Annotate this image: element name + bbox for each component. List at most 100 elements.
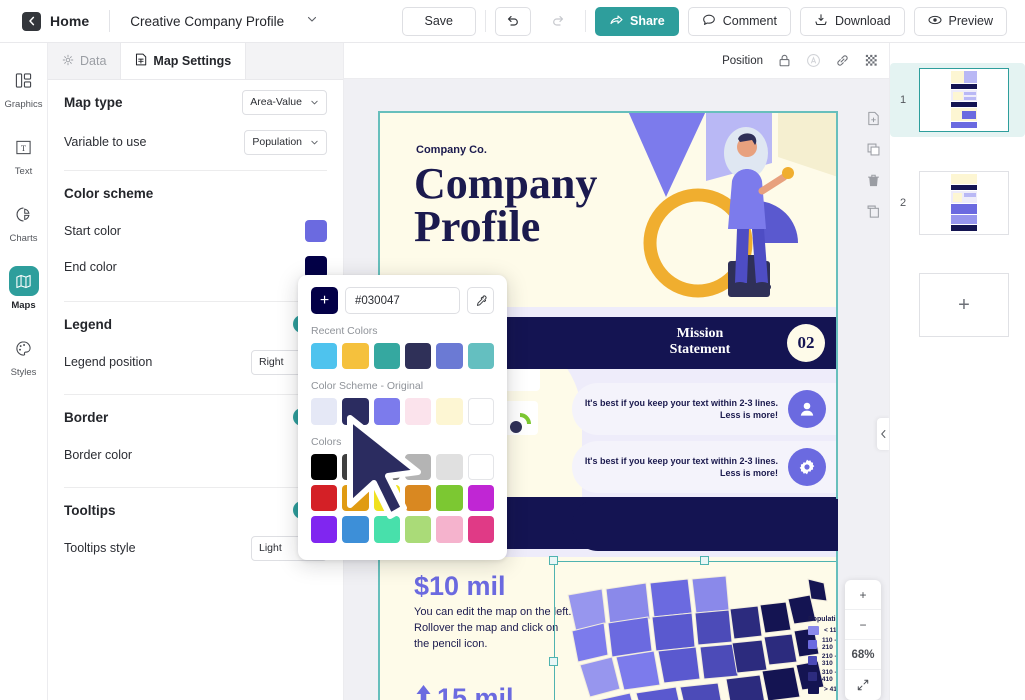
color-swatch-5[interactable] xyxy=(467,453,495,481)
color-swatch-7[interactable] xyxy=(342,485,369,512)
back-arrow-icon xyxy=(22,11,41,31)
variable-dropdown[interactable]: Population xyxy=(244,129,327,155)
stat-2-value: 15 mil xyxy=(437,683,514,700)
comment-button[interactable]: Comment xyxy=(687,6,791,36)
sidebar-item-text[interactable]: T Text xyxy=(0,132,47,177)
color-swatch-3[interactable] xyxy=(405,453,432,481)
text-icon: T xyxy=(9,132,39,162)
thumbnail-preview-2[interactable] xyxy=(919,171,1009,235)
color-swatch-9[interactable] xyxy=(405,485,432,512)
preview-button[interactable]: Preview xyxy=(913,6,1007,36)
tab-data[interactable]: Data xyxy=(48,43,122,79)
handle-top-left[interactable] xyxy=(549,556,558,565)
scheme-swatch-1[interactable] xyxy=(342,398,369,425)
page-thumbnail-1[interactable]: 1 xyxy=(890,63,1025,137)
alpha-icon xyxy=(806,53,821,68)
color-swatch-0[interactable] xyxy=(311,453,338,481)
start-color-swatch[interactable] xyxy=(305,220,327,242)
fit-screen-icon[interactable] xyxy=(845,670,881,700)
color-swatch-8[interactable] xyxy=(373,485,401,512)
sidebar-item-maps[interactable]: Maps xyxy=(0,266,47,311)
graphics-icon xyxy=(9,65,39,95)
sidebar-item-charts[interactable]: Charts xyxy=(0,199,47,244)
sidebar-label-graphics: Graphics xyxy=(4,99,43,110)
color-swatch-13[interactable] xyxy=(342,516,369,543)
color-swatch-4[interactable] xyxy=(436,453,463,481)
paste-page-icon[interactable] xyxy=(866,204,881,219)
add-page-button[interactable]: + xyxy=(919,273,1009,337)
handle-top-center[interactable] xyxy=(700,556,709,565)
link-icon[interactable] xyxy=(835,53,850,68)
color-swatch-16[interactable] xyxy=(436,516,463,543)
recent-swatch-0[interactable] xyxy=(311,343,338,370)
toolbar-divider-3 xyxy=(585,10,586,32)
handle-mid-left[interactable] xyxy=(549,657,558,666)
artboard-title: Company Profile xyxy=(414,159,598,248)
recent-swatch-3[interactable] xyxy=(405,343,432,370)
scheme-swatch-0[interactable] xyxy=(311,398,338,425)
color-swatch-12[interactable] xyxy=(311,516,338,543)
add-color-button[interactable]: + xyxy=(311,287,338,314)
color-swatch-1[interactable] xyxy=(342,453,369,481)
eye-icon xyxy=(928,13,942,30)
scheme-swatch-5[interactable] xyxy=(467,398,495,425)
sidebar-item-styles[interactable]: Styles xyxy=(0,333,47,378)
recent-swatch-2[interactable] xyxy=(373,343,401,370)
tab-map-settings[interactable]: Map Settings xyxy=(121,43,247,79)
add-page-icon[interactable] xyxy=(866,111,881,126)
page-thumbnail-2[interactable]: 2 xyxy=(890,171,1025,235)
color-scheme-title: Color scheme xyxy=(64,185,154,201)
home-button[interactable]: Home xyxy=(22,11,89,31)
map-type-dropdown[interactable]: Area-Value xyxy=(242,89,327,115)
duplicate-page-icon[interactable] xyxy=(866,142,881,157)
zoom-controls: + − 68% xyxy=(845,580,881,700)
color-swatch-17[interactable] xyxy=(467,516,495,543)
color-swatch-15[interactable] xyxy=(405,516,432,543)
title-line-1: Company xyxy=(414,159,598,208)
collapse-panel-button[interactable] xyxy=(877,418,889,450)
legend-swatch-2 xyxy=(808,655,817,665)
recent-swatch-1[interactable] xyxy=(342,343,369,370)
toolbar-divider xyxy=(109,10,111,32)
zoom-in-button[interactable]: + xyxy=(845,580,881,610)
legend-title: Legend xyxy=(64,316,113,332)
zoom-out-button[interactable]: − xyxy=(845,610,881,640)
download-button[interactable]: Download xyxy=(799,6,905,36)
undo-button[interactable] xyxy=(495,6,531,36)
comment-label: Comment xyxy=(722,14,777,28)
recent-swatch-4[interactable] xyxy=(436,343,463,370)
row-border: Border xyxy=(64,397,327,437)
scheme-colors-title: Color Scheme - Original xyxy=(311,380,424,393)
color-swatch-14[interactable] xyxy=(373,516,401,543)
recent-swatch-5[interactable] xyxy=(467,343,495,370)
position-button[interactable]: Position xyxy=(722,55,763,67)
color-swatch-11[interactable] xyxy=(467,485,495,512)
legend-swatch-4 xyxy=(808,685,819,694)
scheme-swatch-3[interactable] xyxy=(405,398,432,425)
sidebar-item-graphics[interactable]: Graphics xyxy=(0,65,47,110)
scheme-swatch-4[interactable] xyxy=(436,398,463,425)
color-swatch-6[interactable] xyxy=(311,485,338,512)
delete-page-icon[interactable] xyxy=(866,173,881,188)
save-button[interactable]: Save xyxy=(401,6,476,36)
row-map-type: Map type Area-Value xyxy=(64,80,327,124)
pages-sidebar: 1 2 + xyxy=(889,43,1025,700)
person-icon xyxy=(788,390,826,428)
us-choropleth-map[interactable] xyxy=(560,569,830,700)
variable-value: Population xyxy=(252,136,302,148)
tab-data-label: Data xyxy=(80,54,107,68)
thumbnail-preview-1[interactable] xyxy=(919,68,1009,132)
scheme-swatch-2[interactable] xyxy=(373,398,401,425)
divider-2 xyxy=(64,301,327,302)
lock-icon[interactable] xyxy=(777,53,792,68)
color-swatch-2[interactable] xyxy=(373,453,401,481)
border-title: Border xyxy=(64,409,109,425)
row-end-color: End color xyxy=(64,249,327,285)
pattern-icon[interactable] xyxy=(864,53,879,68)
color-swatch-10[interactable] xyxy=(436,485,463,512)
share-button[interactable]: Share xyxy=(595,6,679,36)
hex-input[interactable]: #030047 xyxy=(345,287,460,314)
tab-filler xyxy=(246,43,343,79)
chevron-down-icon[interactable] xyxy=(306,12,318,30)
eyedropper-icon[interactable] xyxy=(467,287,494,314)
